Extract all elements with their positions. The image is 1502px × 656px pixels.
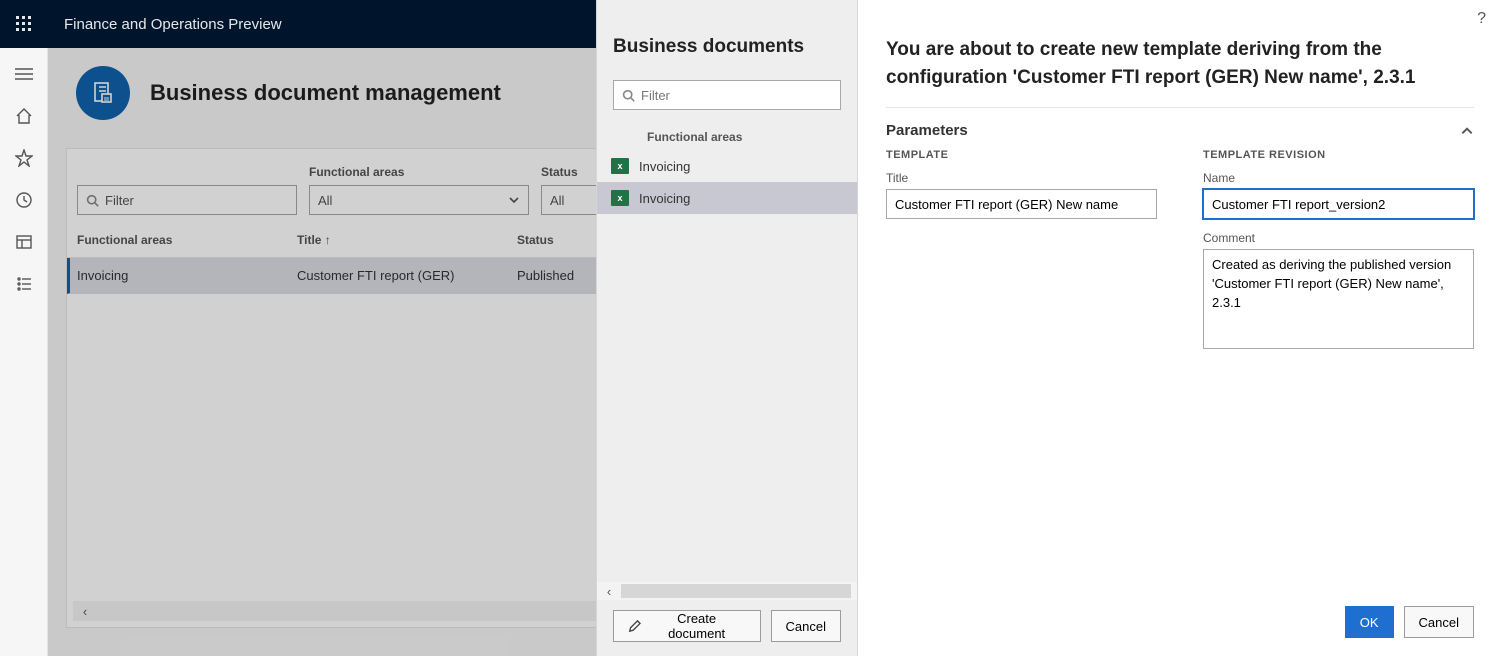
right-panel-actions: OK Cancel: [886, 592, 1474, 656]
parameters-grid: TEMPLATE Title TEMPLATE REVISION Name Co…: [886, 149, 1474, 352]
help-icon: ?: [1477, 10, 1486, 27]
name-input[interactable]: [1203, 189, 1474, 219]
workspace-icon: [15, 233, 33, 251]
list-item-label: Invoicing: [639, 159, 690, 174]
cancel-label: Cancel: [1419, 615, 1459, 630]
modules-icon: [15, 275, 33, 293]
grid-filter-input[interactable]: Filter: [77, 185, 297, 215]
functional-areas-label: Functional areas: [309, 165, 529, 181]
page-title: Business document management: [150, 80, 501, 106]
app-name: Finance and Operations Preview: [48, 16, 282, 33]
panel-heading: Business documents: [613, 36, 841, 58]
parameters-label: Parameters: [886, 122, 968, 139]
list-item-label: Invoicing: [639, 191, 690, 206]
scroll-left-icon[interactable]: ‹: [73, 604, 97, 619]
panel-horizontal-scrollbar[interactable]: ‹: [597, 582, 857, 600]
scroll-left-icon[interactable]: ‹: [597, 584, 621, 599]
panel-cancel-label: Cancel: [786, 619, 826, 634]
create-document-button[interactable]: Create document: [613, 610, 761, 642]
list-item[interactable]: x Invoicing: [597, 150, 857, 182]
panel-cancel-button[interactable]: Cancel: [771, 610, 841, 642]
sort-asc-icon: ↑: [325, 233, 331, 247]
col-functional-areas[interactable]: Functional areas: [77, 229, 297, 251]
excel-icon: x: [611, 190, 629, 206]
panel-filter-input[interactable]: Filter: [613, 80, 841, 110]
panel-column-header: Functional areas: [613, 124, 841, 150]
page-icon: [76, 66, 130, 120]
name-field-label: Name: [1203, 171, 1474, 185]
cell-functional-area: Invoicing: [77, 264, 297, 287]
document-icon: [90, 80, 116, 106]
search-icon: [86, 194, 99, 207]
hamburger-icon: [15, 67, 33, 81]
panel-list: x Invoicing x Invoicing: [597, 150, 857, 214]
nav-favorites[interactable]: [14, 148, 34, 168]
left-nav-rail: [0, 48, 48, 656]
nav-workspaces[interactable]: [14, 232, 34, 252]
right-panel-heading: You are about to create new template der…: [886, 36, 1474, 91]
cancel-button[interactable]: Cancel: [1404, 606, 1474, 638]
functional-areas-dropdown[interactable]: All: [309, 185, 529, 215]
business-documents-panel: Business documents Filter Functional are…: [596, 0, 858, 656]
create-template-panel: ? You are about to create new template d…: [858, 0, 1502, 656]
create-document-label: Create document: [648, 611, 746, 641]
cell-title: Customer FTI report (GER): [297, 264, 517, 287]
filter-placeholder: Filter: [105, 193, 134, 208]
chevron-up-icon: [1460, 124, 1474, 138]
chevron-down-icon: [508, 194, 520, 206]
nav-modules[interactable]: [14, 274, 34, 294]
ok-label: OK: [1360, 615, 1379, 630]
nav-home[interactable]: [14, 106, 34, 126]
comment-textarea[interactable]: [1203, 249, 1474, 349]
home-icon: [15, 107, 33, 125]
parameters-section-header[interactable]: Parameters: [886, 108, 1474, 149]
status-value: All: [550, 193, 564, 208]
pencil-icon: [628, 619, 642, 633]
template-meta-label: TEMPLATE: [886, 149, 1157, 161]
clock-icon: [15, 191, 33, 209]
nav-recents[interactable]: [14, 190, 34, 210]
blank-label: [77, 165, 297, 181]
template-column: TEMPLATE Title: [886, 149, 1157, 352]
app-launcher-button[interactable]: [0, 0, 48, 48]
comment-field-label: Comment: [1203, 231, 1474, 245]
panel-filter-placeholder: Filter: [641, 88, 670, 103]
title-input[interactable]: [886, 189, 1157, 219]
ok-button[interactable]: OK: [1345, 606, 1394, 638]
help-button[interactable]: ?: [1477, 10, 1486, 28]
panel-actions: Create document Cancel: [613, 600, 841, 656]
excel-icon: x: [611, 158, 629, 174]
title-field-label: Title: [886, 171, 1157, 185]
scrollbar-track[interactable]: [621, 584, 851, 598]
waffle-icon: [16, 16, 32, 32]
search-icon: [622, 89, 635, 102]
nav-expand-button[interactable]: [14, 64, 34, 84]
star-icon: [15, 149, 33, 167]
list-item[interactable]: x Invoicing: [597, 182, 857, 214]
functional-areas-value: All: [318, 193, 332, 208]
col-title[interactable]: Title ↑: [297, 229, 517, 251]
revision-meta-label: TEMPLATE REVISION: [1203, 149, 1474, 161]
revision-column: TEMPLATE REVISION Name Comment: [1203, 149, 1474, 352]
